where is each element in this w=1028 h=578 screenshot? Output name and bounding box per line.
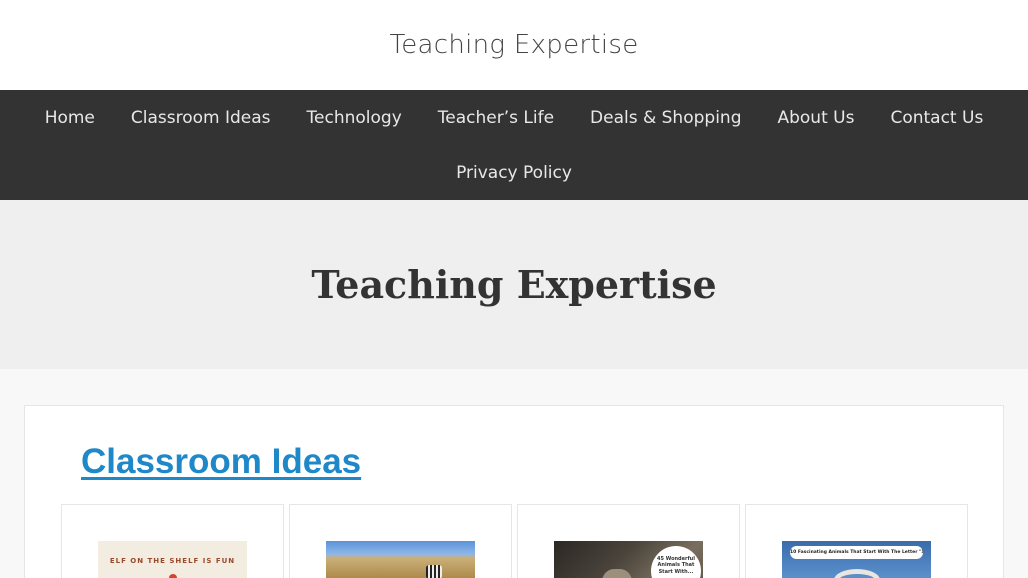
post-card[interactable]: 10 Fascinating Animals That Start With T…: [745, 504, 968, 578]
elf-figure-image: [169, 574, 177, 578]
main-navigation: Home Classroom Ideas Technology Teacher’…: [0, 90, 1028, 200]
site-title-link[interactable]: Teaching Expertise: [389, 30, 638, 60]
post-thumbnail[interactable]: [326, 541, 475, 578]
hero-banner: Teaching Expertise: [0, 200, 1028, 369]
thumbnail-caption: 10 Fascinating Animals That Start With T…: [790, 546, 923, 559]
category-section-card: Classroom Ideas ELF ON THE SHELF IS FUN …: [24, 405, 1004, 578]
nav-item-teachers-life[interactable]: Teacher’s Life: [438, 108, 554, 128]
nav-item-home[interactable]: Home: [45, 108, 95, 128]
section-title-link[interactable]: Classroom Ideas: [81, 442, 361, 482]
post-card[interactable]: [289, 504, 512, 578]
main-content: Classroom Ideas ELF ON THE SHELF IS FUN …: [0, 369, 1028, 578]
thumbnail-caption: ELF ON THE SHELF IS FUN: [109, 557, 236, 565]
nav-row-primary: Home Classroom Ideas Technology Teacher’…: [27, 90, 1002, 145]
nav-item-about-us[interactable]: About Us: [777, 108, 854, 128]
post-grid: ELF ON THE SHELF IS FUN 45 Wonderful Ani…: [61, 504, 968, 578]
site-header: Teaching Expertise: [0, 0, 1028, 90]
post-thumbnail[interactable]: ELF ON THE SHELF IS FUN: [98, 541, 247, 578]
nav-item-classroom-ideas[interactable]: Classroom Ideas: [131, 108, 271, 128]
post-card[interactable]: ELF ON THE SHELF IS FUN: [61, 504, 284, 578]
nav-item-contact-us[interactable]: Contact Us: [890, 108, 983, 128]
animal-horns-image: [834, 569, 880, 578]
post-thumbnail[interactable]: 10 Fascinating Animals That Start With T…: [782, 541, 931, 578]
zebra-image: [426, 565, 442, 578]
post-thumbnail[interactable]: 45 Wonderful Animals That Start With...: [554, 541, 703, 578]
nav-item-privacy-policy[interactable]: Privacy Policy: [456, 163, 572, 183]
thumbnail-caption-badge: 45 Wonderful Animals That Start With...: [651, 546, 701, 578]
wildcat-image: [602, 569, 632, 578]
nav-row-secondary: Privacy Policy: [438, 145, 590, 200]
post-card[interactable]: 45 Wonderful Animals That Start With...: [517, 504, 740, 578]
nav-item-technology[interactable]: Technology: [307, 108, 402, 128]
page-title: Teaching Expertise: [311, 262, 717, 307]
nav-item-deals-shopping[interactable]: Deals & Shopping: [590, 108, 741, 128]
